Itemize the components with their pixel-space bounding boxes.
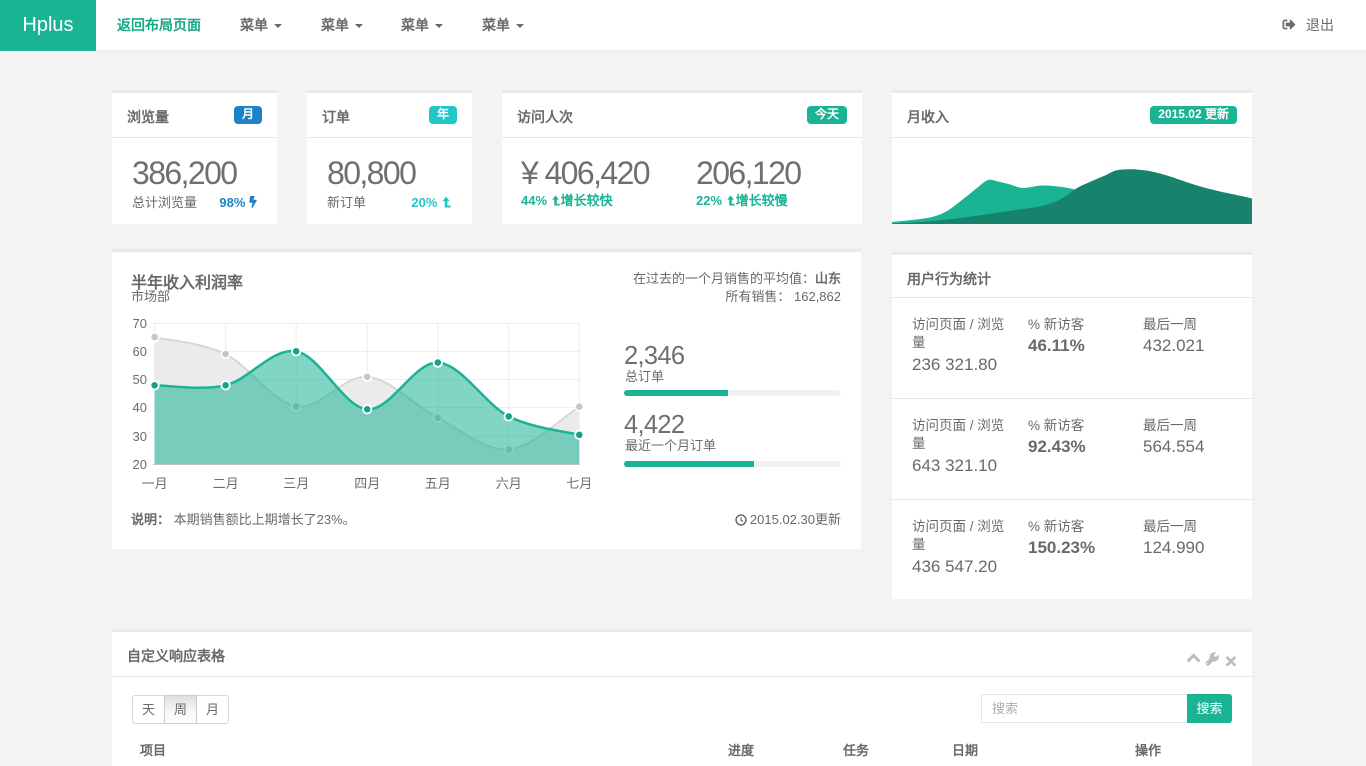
svg-text:二月: 二月	[213, 476, 239, 491]
svg-text:三月: 三月	[283, 476, 309, 491]
svg-text:60: 60	[133, 344, 147, 359]
svg-text:六月: 六月	[496, 476, 522, 491]
svg-text:20: 20	[133, 457, 147, 472]
svg-text:40: 40	[133, 400, 147, 415]
svg-text:50: 50	[133, 372, 147, 387]
svg-text:70: 70	[133, 316, 147, 331]
svg-text:一月: 一月	[142, 476, 168, 491]
svg-text:四月: 四月	[354, 476, 380, 491]
svg-text:七月: 七月	[566, 476, 592, 491]
svg-text:30: 30	[133, 429, 147, 444]
svg-text:五月: 五月	[425, 476, 451, 491]
